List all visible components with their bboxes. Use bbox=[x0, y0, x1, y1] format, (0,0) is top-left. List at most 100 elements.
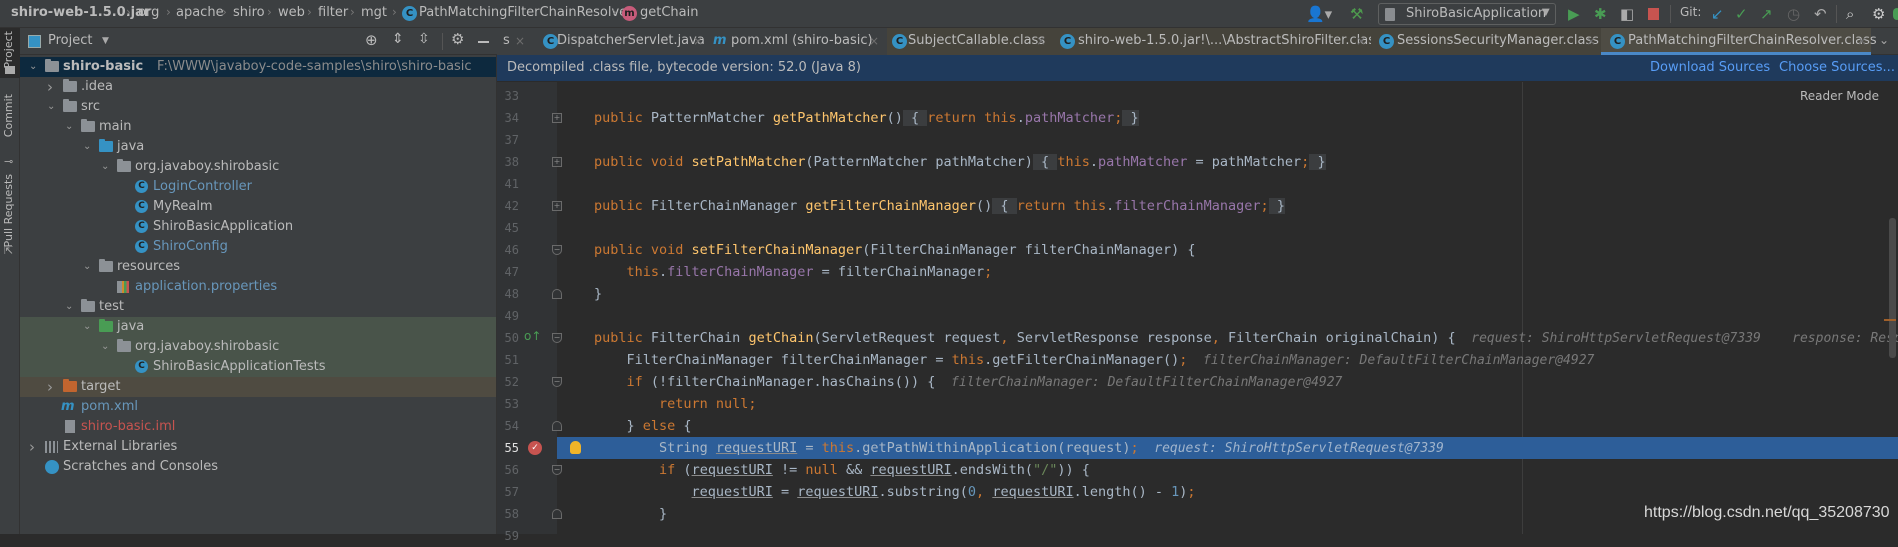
close-icon[interactable]: × bbox=[1586, 28, 1596, 54]
code-line[interactable]: requestURI = requestURI.substring(0, req… bbox=[557, 481, 1898, 503]
code-line[interactable] bbox=[557, 129, 1898, 151]
stop-icon[interactable] bbox=[1648, 8, 1659, 20]
tree-item[interactable]: C MyRealm bbox=[20, 197, 496, 217]
chevron-down-icon[interactable]: ⌄ bbox=[83, 137, 91, 157]
fold-collapse-icon[interactable]: − bbox=[552, 245, 562, 255]
tree-item[interactable]: application.properties bbox=[20, 277, 496, 297]
tab-path-matching-filter-chain-resolver[interactable]: C PathMatchingFilterChainResolver.class … bbox=[1601, 28, 1877, 55]
code-line[interactable]: public void setFilterChainManager(Filter… bbox=[557, 239, 1898, 261]
lightbulb-icon[interactable] bbox=[570, 441, 581, 454]
tree-item[interactable]: ⌄ java bbox=[20, 317, 496, 337]
breadcrumb-filter[interactable]: filter bbox=[318, 5, 348, 20]
run-icon[interactable]: ▶ bbox=[1568, 4, 1580, 24]
pull-requests-tool-label[interactable]: Pull Requests bbox=[2, 174, 15, 247]
tree-item[interactable]: shiro-basic.iml bbox=[20, 417, 496, 437]
code-editor[interactable]: public PatternMatcher getPathMatcher() {… bbox=[557, 82, 1898, 534]
coverage-icon[interactable]: ◧ bbox=[1620, 4, 1634, 24]
code-line[interactable]: public PatternMatcher getPathMatcher() {… bbox=[557, 107, 1898, 129]
code-line[interactable]: public FilterChain getChain(ServletReque… bbox=[557, 327, 1898, 349]
tab-subject-callable[interactable]: C SubjectCallable.class × bbox=[887, 28, 1051, 55]
chevron-down-icon[interactable]: ⌄ bbox=[1879, 33, 1889, 47]
tab-abstract-shiro-filter[interactable]: C shiro-web-1.5.0.jar!\...\AbstractShiro… bbox=[1051, 28, 1382, 55]
tree-item[interactable]: C ShiroBasicApplication bbox=[20, 217, 496, 237]
tree-item[interactable]: Scratches and Consoles bbox=[20, 457, 496, 477]
tree-item[interactable]: › target bbox=[20, 377, 496, 397]
code-line[interactable]: public void setPathMatcher(PatternMatche… bbox=[557, 151, 1898, 173]
code-line[interactable] bbox=[557, 525, 1898, 534]
close-icon[interactable]: × bbox=[1356, 28, 1366, 54]
tree-item[interactable]: C LoginController bbox=[20, 177, 496, 197]
close-icon[interactable]: × bbox=[515, 28, 525, 54]
breadcrumb-apache[interactable]: apache bbox=[176, 5, 224, 20]
code-line[interactable]: String requestURI = this.getPathWithinAp… bbox=[557, 437, 1898, 459]
breadcrumb-org[interactable]: org bbox=[138, 5, 159, 20]
chevron-down-icon[interactable]: ⌄ bbox=[101, 157, 109, 177]
user-icon[interactable]: 👤▾ bbox=[1306, 4, 1332, 24]
tree-item[interactable]: ⌄ test bbox=[20, 297, 496, 317]
code-line[interactable]: if (requestURI != null && requestURI.end… bbox=[557, 459, 1898, 481]
chevron-down-icon[interactable]: ⌄ bbox=[83, 257, 91, 277]
fold-collapse-icon[interactable]: − bbox=[552, 377, 562, 387]
chevron-right-icon[interactable]: › bbox=[47, 77, 53, 97]
collapse-all-icon[interactable]: ⇳ bbox=[418, 31, 430, 47]
chevron-down-icon[interactable]: ⌄ bbox=[65, 117, 73, 137]
breadcrumb-method[interactable]: getChain bbox=[640, 5, 698, 20]
implements-method-icon[interactable]: o↑ bbox=[524, 329, 541, 343]
project-tool-label[interactable]: Project bbox=[2, 31, 15, 69]
debug-icon[interactable]: ✱ bbox=[1594, 4, 1607, 24]
fold-collapse-icon[interactable]: − bbox=[552, 333, 562, 343]
search-icon[interactable]: ⌕ bbox=[1846, 4, 1854, 24]
tree-item[interactable]: ⌄ shiro-basic F:\WWW\javaboy-code-samples\… bbox=[20, 57, 496, 77]
code-line[interactable] bbox=[557, 217, 1898, 239]
tree-item[interactable]: ⌄ org.javaboy.shirobasic bbox=[20, 157, 496, 177]
code-line[interactable]: } bbox=[557, 283, 1898, 305]
locate-icon[interactable]: ⊕ bbox=[365, 31, 378, 49]
tree-item[interactable]: ⌄ resources bbox=[20, 257, 496, 277]
git-push-icon[interactable]: ↗ bbox=[1760, 4, 1773, 24]
code-line[interactable]: return null; bbox=[557, 393, 1898, 415]
code-line[interactable]: if (!filterChainManager.hasChains()) { f… bbox=[557, 371, 1898, 393]
code-line[interactable] bbox=[557, 305, 1898, 327]
gear-icon[interactable]: ⚙ bbox=[451, 30, 464, 48]
fold-collapse-icon[interactable] bbox=[552, 509, 562, 519]
code-line[interactable] bbox=[557, 173, 1898, 195]
plugin-icon[interactable] bbox=[1893, 8, 1898, 20]
chevron-down-icon[interactable]: ⌄ bbox=[101, 337, 109, 357]
fold-expand-icon[interactable]: + bbox=[552, 113, 562, 123]
fold-collapse-icon[interactable] bbox=[552, 289, 562, 299]
run-configuration-select[interactable]: ShiroBasicApplication ▼ bbox=[1378, 3, 1556, 25]
chevron-right-icon[interactable]: › bbox=[47, 377, 53, 397]
breadcrumb-class[interactable]: PathMatchingFilterChainResolver bbox=[419, 5, 632, 20]
gear-icon[interactable]: ⚙ bbox=[1872, 4, 1885, 24]
breadcrumb-web[interactable]: web bbox=[278, 5, 305, 20]
rollback-icon[interactable]: ↶ bbox=[1814, 4, 1827, 24]
chevron-down-icon[interactable]: ⌄ bbox=[47, 97, 55, 117]
tree-item[interactable]: ⌄ src bbox=[20, 97, 496, 117]
project-view-select[interactable]: Project bbox=[48, 33, 92, 48]
chevron-down-icon[interactable]: ⌄ bbox=[65, 297, 73, 317]
tree-item[interactable]: ⌄ main bbox=[20, 117, 496, 137]
tree-item[interactable]: C ShiroConfig bbox=[20, 237, 496, 257]
tree-item[interactable]: C ShiroBasicApplicationTests bbox=[20, 357, 496, 377]
tree-item[interactable]: › .idea bbox=[20, 77, 496, 97]
expand-all-icon[interactable]: ⇕ bbox=[392, 31, 404, 47]
close-icon[interactable]: × bbox=[869, 28, 879, 54]
chevron-down-icon[interactable]: ⌄ bbox=[83, 317, 91, 337]
chevron-right-icon[interactable]: › bbox=[29, 437, 35, 457]
fold-expand-icon[interactable]: + bbox=[552, 201, 562, 211]
git-commit-icon[interactable]: ✓ bbox=[1735, 4, 1748, 24]
tree-item[interactable]: › External Libraries bbox=[20, 437, 496, 457]
git-update-icon[interactable]: ↙ bbox=[1711, 4, 1724, 24]
hammer-icon[interactable]: ⚒ bbox=[1350, 4, 1363, 24]
tree-item[interactable]: m pom.xml bbox=[20, 397, 496, 417]
code-line[interactable] bbox=[557, 85, 1898, 107]
breadcrumb-mgt[interactable]: mgt bbox=[361, 5, 387, 20]
tree-item[interactable]: ⌄ org.javaboy.shirobasic bbox=[20, 337, 496, 357]
commit-tool-label[interactable]: Commit bbox=[2, 94, 15, 137]
fold-collapse-icon[interactable] bbox=[552, 421, 562, 431]
tab-dispatcher-servlet[interactable]: C DispatcherServlet.java × bbox=[537, 28, 709, 55]
close-icon[interactable]: × bbox=[1857, 28, 1867, 54]
tab-sessions-security-manager[interactable]: C SessionsSecurityManager.class × bbox=[1371, 28, 1601, 55]
close-icon[interactable]: × bbox=[693, 28, 703, 54]
fold-collapse-icon[interactable]: − bbox=[552, 465, 562, 475]
